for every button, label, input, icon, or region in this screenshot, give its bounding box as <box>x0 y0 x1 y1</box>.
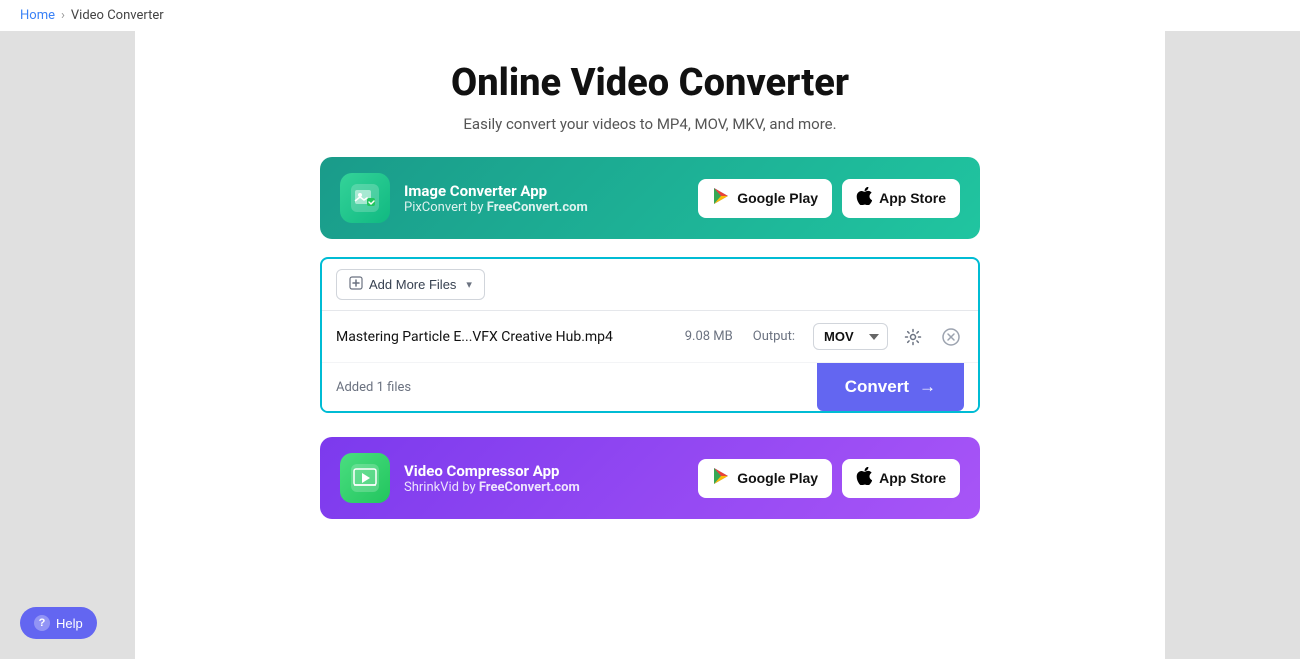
file-add-icon <box>349 276 363 293</box>
convert-arrow-icon: → <box>919 377 936 397</box>
apple-icon <box>856 187 872 210</box>
add-files-chevron-icon: ▾ <box>466 278 472 291</box>
convert-row: Added 1 files Convert → <box>322 363 978 411</box>
apple-icon-2 <box>856 467 872 490</box>
google-play-label-2: Google Play <box>737 470 818 486</box>
video-compressor-app-store-button[interactable]: App Store <box>842 459 960 498</box>
output-format-select[interactable]: MOV MP4 MKV AVI WebM <box>813 323 888 350</box>
added-files-text: Added 1 files <box>336 366 411 409</box>
banner-left-image: Image Converter App PixConvert by FreeCo… <box>340 173 588 223</box>
main-content: Online Video Converter Easily convert yo… <box>135 31 1165 659</box>
remove-file-button[interactable] <box>938 324 964 350</box>
converter-box: Add More Files ▾ Mastering Particle E...… <box>320 257 980 413</box>
image-converter-publisher: PixConvert by FreeConvert.com <box>404 200 588 215</box>
image-converter-banner: Image Converter App PixConvert by FreeCo… <box>320 157 980 239</box>
image-converter-google-play-button[interactable]: Google Play <box>698 179 832 218</box>
file-size: 9.08 MB <box>685 329 733 344</box>
file-name: Mastering Particle E...VFX Creative Hub.… <box>336 329 673 345</box>
breadcrumb-bar: Home › Video Converter <box>0 0 1300 31</box>
help-icon: ? <box>34 615 50 631</box>
image-converter-app-store-button[interactable]: App Store <box>842 179 960 218</box>
google-play-icon <box>712 187 730 210</box>
help-label: Help <box>56 616 83 631</box>
page-title: Online Video Converter <box>451 61 849 105</box>
help-button[interactable]: ? Help <box>20 607 97 639</box>
breadcrumb-separator: › <box>61 8 65 23</box>
add-more-files-label: Add More Files <box>369 277 456 292</box>
google-play-icon-2 <box>712 467 730 490</box>
convert-button[interactable]: Convert → <box>817 363 964 411</box>
add-more-files-button[interactable]: Add More Files ▾ <box>336 269 485 300</box>
image-converter-app-name: Image Converter App <box>404 182 588 200</box>
convert-label: Convert <box>845 377 909 397</box>
app-store-label-2: App Store <box>879 470 946 486</box>
image-converter-text: Image Converter App PixConvert by FreeCo… <box>404 182 588 215</box>
sidebar-left <box>0 31 135 659</box>
video-compressor-publisher: ShrinkVid by FreeConvert.com <box>404 480 580 495</box>
video-compressor-store-buttons: Google Play App Store <box>698 459 960 498</box>
page-subtitle: Easily convert your videos to MP4, MOV, … <box>463 115 836 133</box>
sidebar-right <box>1165 31 1300 659</box>
file-settings-button[interactable] <box>900 324 926 350</box>
output-label: Output: <box>753 329 795 344</box>
breadcrumb-current: Video Converter <box>71 8 164 23</box>
app-store-label: App Store <box>879 190 946 206</box>
video-compressor-google-play-button[interactable]: Google Play <box>698 459 832 498</box>
banner-left-video: Video Compressor App ShrinkVid by FreeCo… <box>340 453 580 503</box>
image-converter-store-buttons: Google Play App Store <box>698 179 960 218</box>
google-play-label: Google Play <box>737 190 818 206</box>
converter-toolbar: Add More Files ▾ <box>322 259 978 311</box>
video-compressor-icon <box>340 453 390 503</box>
file-row: Mastering Particle E...VFX Creative Hub.… <box>322 311 978 363</box>
breadcrumb-home[interactable]: Home <box>20 8 55 23</box>
image-converter-icon <box>340 173 390 223</box>
video-compressor-text: Video Compressor App ShrinkVid by FreeCo… <box>404 462 580 495</box>
video-compressor-app-name: Video Compressor App <box>404 462 580 480</box>
video-compressor-banner: Video Compressor App ShrinkVid by FreeCo… <box>320 437 980 519</box>
